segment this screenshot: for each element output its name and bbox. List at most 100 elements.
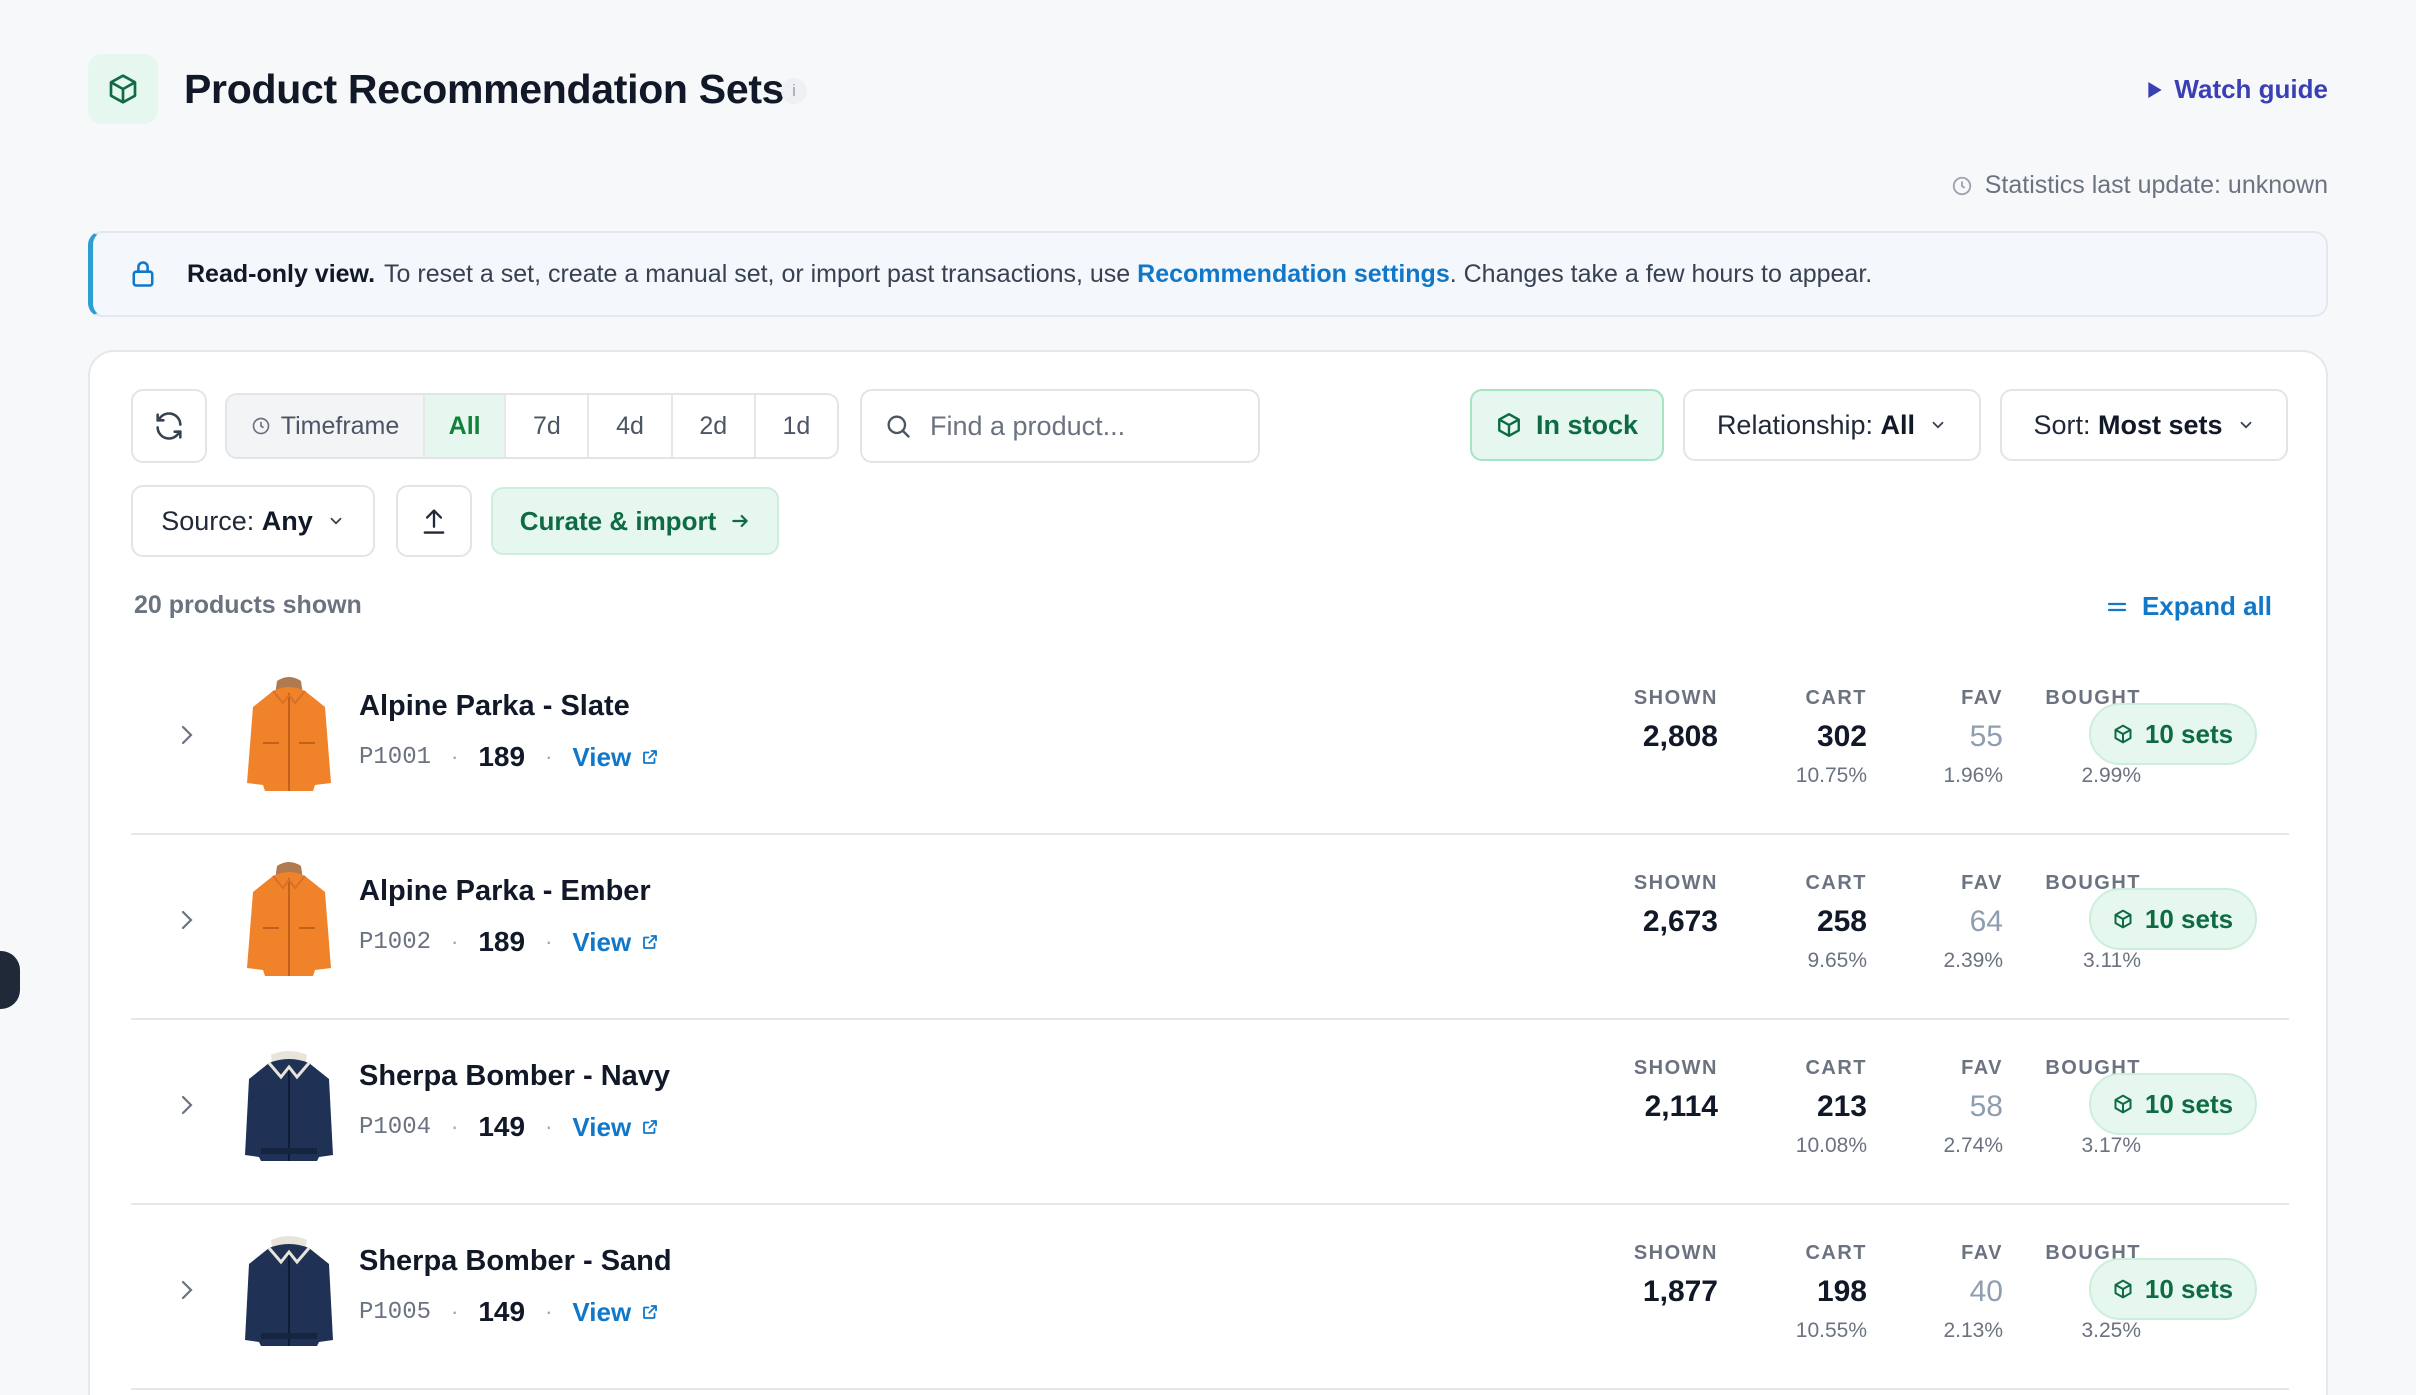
timeframe-selector: Timeframe All 7d 4d 2d 1d	[225, 393, 839, 459]
relationship-dropdown[interactable]: Relationship: All	[1683, 389, 1981, 461]
stat-percent: 2.74%	[1943, 1134, 2003, 1157]
stat-header: CART	[1805, 872, 1867, 894]
refresh-icon	[156, 412, 182, 440]
chevron-right-icon[interactable]	[175, 721, 199, 754]
view-product-link[interactable]: View	[572, 1112, 659, 1143]
banner-text-end: . Changes take a few hours to appear.	[1449, 259, 1873, 288]
product-sku: P1005	[359, 1298, 432, 1326]
view-label: View	[572, 926, 632, 957]
stat-header: SHOWN	[1633, 1057, 1718, 1079]
chevron-down-icon	[330, 517, 342, 525]
stat-header: FAV	[1961, 1057, 2003, 1079]
separator-dot: ·	[545, 744, 553, 769]
product-price: 149	[478, 1111, 526, 1142]
expand-all-button[interactable]: Expand all	[2106, 591, 2272, 622]
product-sku: P1001	[359, 743, 432, 771]
stat-percent: 2.13%	[1943, 1319, 2003, 1342]
stats-update: Statistics last update: unknown	[1951, 171, 2328, 200]
stat-value: 64	[1969, 905, 2003, 938]
stat-value: 2,114	[1644, 1090, 1718, 1123]
stat-header: SHOWN	[1633, 1242, 1718, 1264]
stat-fav: FAV 58 2.74%	[1943, 1057, 2003, 1158]
sets-badge[interactable]: 10 sets	[2089, 1073, 2257, 1135]
stat-shown: SHOWN 1,877	[1634, 1242, 1718, 1309]
product-row[interactable]: Alpine Parka - Ember P1002 · 189 · View …	[131, 830, 2289, 1020]
timeframe-7d[interactable]: 7d	[504, 395, 587, 457]
product-meta: P1002 · 189 · View	[359, 926, 659, 958]
side-panel-handle[interactable]	[0, 951, 20, 1009]
timeframe-label-text: Timeframe	[280, 411, 400, 440]
relationship-label: Relationship:	[1716, 409, 1874, 440]
product-name: Sherpa Bomber - Navy	[359, 1060, 671, 1092]
watch-guide-link[interactable]: Watch guide	[2148, 74, 2328, 105]
info-icon[interactable]: i	[781, 78, 807, 104]
product-price: 189	[478, 741, 526, 772]
sets-badge[interactable]: 10 sets	[2089, 1258, 2257, 1320]
product-meta: P1001 · 189 · View	[359, 741, 659, 773]
stat-percent: 10.75%	[1795, 764, 1867, 787]
stat-value: 258	[1816, 905, 1867, 938]
stat-value: 302	[1816, 720, 1867, 753]
cube-icon	[2114, 909, 2132, 929]
timeframe-2d[interactable]: 2d	[670, 395, 754, 457]
chevron-down-icon	[2240, 421, 2251, 429]
stat-shown: SHOWN 2,808	[1634, 687, 1718, 754]
product-image	[239, 1043, 339, 1167]
stat-header: SHOWN	[1633, 687, 1718, 709]
chevron-right-icon[interactable]	[175, 1276, 199, 1309]
stat-percent: 3.11%	[2083, 949, 2141, 972]
view-product-link[interactable]: View	[572, 1297, 659, 1328]
product-image	[239, 858, 339, 982]
refresh-button[interactable]	[131, 389, 207, 463]
product-meta: P1004 · 149 · View	[359, 1111, 659, 1143]
timeframe-1d[interactable]: 1d	[753, 395, 837, 457]
page-title: Product Recommendation Sets	[184, 66, 785, 112]
stat-percent: 2.39%	[1943, 949, 2003, 972]
source-label: Source:	[161, 505, 255, 536]
separator-dot: ·	[545, 1299, 553, 1324]
stat-header: CART	[1805, 1242, 1867, 1264]
product-search	[860, 389, 1260, 463]
product-row[interactable]: Alpine Parka - Slate P1001 · 189 · View …	[131, 645, 2289, 835]
stat-header: FAV	[1961, 1242, 2003, 1264]
chevron-right-icon[interactable]	[175, 906, 199, 939]
sets-badge[interactable]: 10 sets	[2089, 703, 2257, 765]
view-product-link[interactable]: View	[572, 742, 659, 773]
stat-percent: 3.17%	[2081, 1134, 2141, 1157]
search-input[interactable]	[930, 410, 1250, 442]
chevron-right-icon[interactable]	[175, 1091, 199, 1124]
upload-button[interactable]	[396, 485, 472, 557]
product-sku: P1004	[359, 1113, 432, 1141]
product-row[interactable]: Sherpa Bomber - Sand P1005 · 149 · View …	[131, 1200, 2289, 1390]
sets-count: 10 sets	[2144, 1088, 2234, 1119]
stat-value: 58	[1969, 1090, 2003, 1123]
read-only-banner: Read-only view. To reset a set, create a…	[88, 231, 2328, 317]
product-row[interactable]: Sherpa Bomber - Navy P1004 · 149 · View …	[131, 1015, 2289, 1205]
timeframe-all[interactable]: All	[423, 395, 505, 457]
external-link-icon	[643, 1305, 658, 1319]
stat-percent: 2.99%	[2081, 764, 2141, 787]
sets-badge[interactable]: 10 sets	[2089, 888, 2257, 950]
product-price: 189	[478, 926, 526, 957]
sort-label: Sort:	[2033, 409, 2091, 440]
search-icon	[887, 415, 910, 438]
banner-text: To reset a set, create a manual set, or …	[384, 259, 1131, 288]
sets-count: 10 sets	[2144, 903, 2234, 934]
timeframe-4d[interactable]: 4d	[587, 395, 670, 457]
product-meta: P1005 · 149 · View	[359, 1296, 659, 1328]
in-stock-toggle[interactable]: In stock	[1470, 389, 1664, 461]
view-label: View	[572, 1296, 632, 1327]
recommendation-settings-link[interactable]: Recommendation settings	[1137, 260, 1450, 289]
separator-dot: ·	[451, 929, 459, 954]
timeframe-label: Timeframe	[227, 395, 424, 457]
view-label: View	[572, 1111, 632, 1142]
curate-import-button[interactable]: Curate & import	[491, 487, 779, 555]
view-product-link[interactable]: View	[572, 927, 659, 958]
source-dropdown[interactable]: Source: Any	[131, 485, 375, 557]
sort-dropdown[interactable]: Sort: Most sets	[2000, 389, 2288, 461]
product-name: Alpine Parka - Slate	[359, 690, 630, 722]
list-icon	[2107, 602, 2127, 611]
sets-count: 10 sets	[2144, 1273, 2234, 1304]
cube-icon	[2114, 724, 2132, 744]
products-card: Timeframe All 7d 4d 2d 1d In stock Relat…	[88, 350, 2328, 1395]
